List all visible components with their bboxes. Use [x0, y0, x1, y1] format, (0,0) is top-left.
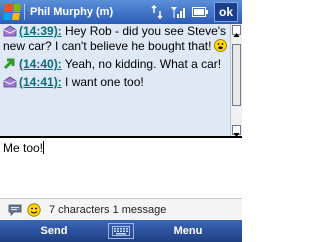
keyboard-icon[interactable]: [108, 223, 134, 239]
scroll-down-arrow[interactable]: [232, 125, 241, 137]
send-softkey[interactable]: Send: [0, 225, 108, 237]
message-input[interactable]: Me too!: [0, 138, 242, 198]
message-timestamp[interactable]: (14:40):: [19, 57, 62, 71]
message-text: I want one too!: [61, 75, 144, 89]
contact-title: Phil Murphy (m): [30, 6, 114, 18]
message-text: Yeah, no kidding. What a car!: [61, 57, 222, 71]
message-timestamp[interactable]: (14:41):: [19, 75, 62, 89]
title-separator: [24, 4, 25, 20]
outgoing-message-icon: [3, 58, 15, 70]
incoming-message-icon: [3, 76, 17, 88]
message-item: (14:40): Yeah, no kidding. What a car!: [0, 57, 230, 72]
conversation-history[interactable]: (14:39): Hey Rob - did you see Steve's n…: [0, 24, 230, 136]
message-item: (14:39): Hey Rob - did you see Steve's n…: [0, 24, 230, 54]
conversation-scrollbar[interactable]: [230, 24, 242, 137]
menu-softkey[interactable]: Menu: [134, 225, 242, 237]
title-bar: Phil Murphy (m) ok: [0, 0, 242, 24]
connectivity-icon[interactable]: [150, 5, 164, 19]
message-input-value[interactable]: Me too!: [3, 141, 43, 155]
signal-strength-icon[interactable]: [170, 5, 186, 19]
scroll-up-arrow[interactable]: [232, 25, 241, 37]
text-caret: [43, 141, 45, 154]
windows-start-icon[interactable]: [2, 4, 22, 20]
softkey-bar: Send Menu: [0, 220, 242, 242]
scroll-thumb[interactable]: [232, 44, 241, 106]
incoming-message-icon: [3, 25, 17, 37]
composition-status: 7 characters 1 message: [0, 198, 242, 221]
battery-icon[interactable]: [191, 7, 208, 17]
ok-button[interactable]: ok: [213, 2, 238, 22]
message-timestamp[interactable]: (14:39):: [19, 24, 62, 38]
character-count: 7 characters 1 message: [49, 204, 167, 216]
emoticon-icon[interactable]: [27, 203, 41, 217]
smiley-icon: [214, 39, 228, 52]
speech-bubble-icon[interactable]: [8, 203, 22, 217]
message-item: (14:41): I want one too!: [0, 75, 230, 90]
